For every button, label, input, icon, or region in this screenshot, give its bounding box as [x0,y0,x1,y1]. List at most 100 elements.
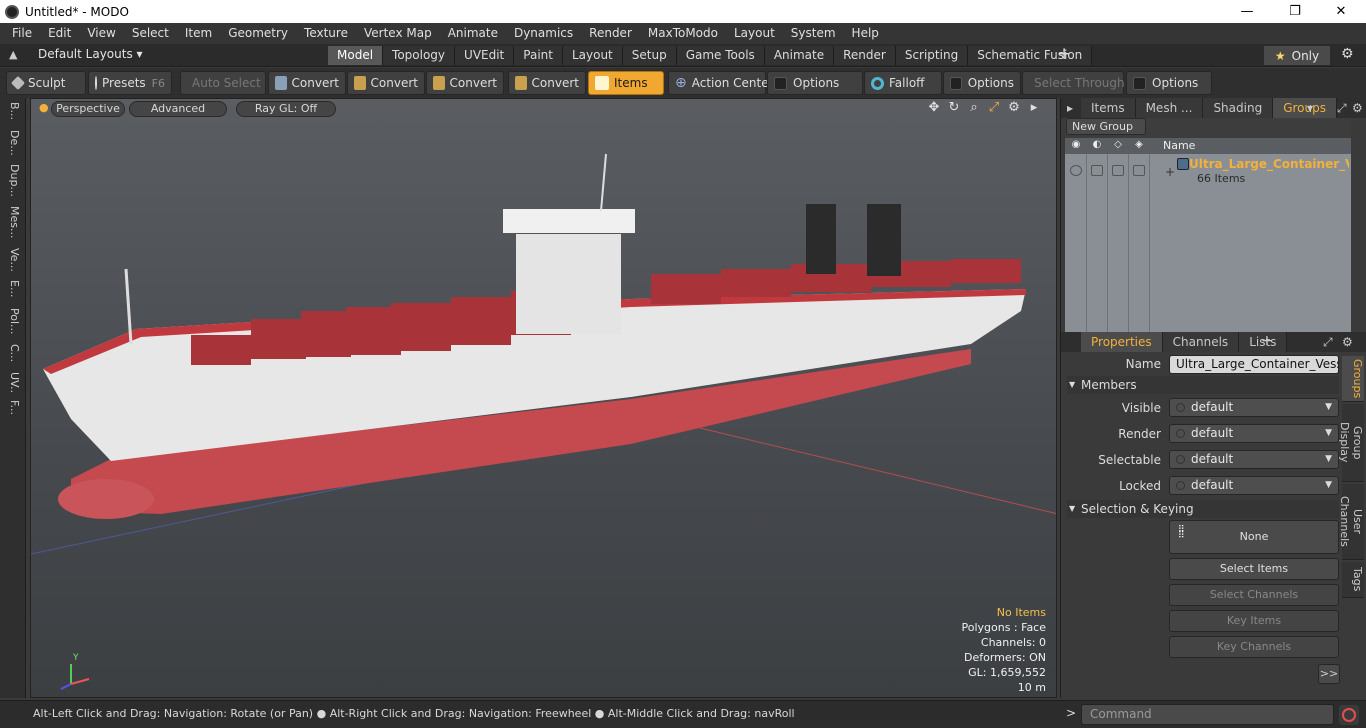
add-tab-button[interactable]: + [1261,333,1273,349]
group-name[interactable]: Ultra_Large_Container_V... [1189,157,1349,171]
menu-texture[interactable]: Texture [296,23,356,44]
tab-properties[interactable]: Properties [1081,332,1163,352]
convert-button-1[interactable]: Convert [268,71,346,95]
side-tab-user-channels[interactable]: User Channels [1338,484,1364,560]
lock-toggle[interactable] [1133,165,1145,176]
eye-icon[interactable]: ◉ [1069,139,1083,152]
tab-layout[interactable]: Layout [562,46,623,65]
menu-vertex-map[interactable]: Vertex Map [356,23,440,44]
render-dropdown[interactable]: default ▼ [1169,424,1339,443]
render-toggle[interactable] [1091,165,1103,176]
panel-gear-icon[interactable]: ⚙ [1352,101,1363,115]
expand-icon[interactable]: ⤢ [1337,101,1347,116]
tab-uvedit[interactable]: UVEdit [455,46,515,65]
expand-icon[interactable]: ⤢ [1323,335,1333,350]
play-icon[interactable]: ▸ [1026,100,1042,115]
tab-groups[interactable]: Groups [1273,98,1337,118]
raygl-button[interactable]: Ray GL: Off [236,101,336,117]
new-group-button[interactable]: New Group [1066,118,1146,135]
layout-toggle-icon[interactable]: ▲ [9,48,17,61]
record-button[interactable] [1339,705,1359,725]
key-items-button[interactable]: Key Items [1169,610,1339,632]
left-tab-basic[interactable]: B... [5,102,21,124]
selectable-dropdown[interactable]: default ▼ [1169,450,1339,469]
menu-item[interactable]: Item [177,23,220,44]
left-tab-curve[interactable]: C... [5,344,21,366]
add-tab-button[interactable]: + [1057,44,1071,64]
sculpt-button[interactable]: Sculpt [6,71,86,95]
members-section[interactable]: Members [1067,376,1339,394]
convert-button-3[interactable]: Convert [426,71,504,95]
side-tab-group-display[interactable]: Group Display [1338,404,1364,482]
pan-icon[interactable]: ✥ [926,100,942,115]
maximize-button[interactable]: ❐ [1272,0,1318,23]
menu-edit[interactable]: Edit [40,23,79,44]
side-tab-tags[interactable]: Tags [1342,562,1364,598]
action-center-button[interactable]: ⊕ Action Center [668,71,774,95]
menu-animate[interactable]: Animate [440,23,506,44]
menu-select[interactable]: Select [124,23,177,44]
render-icon[interactable]: ◐ [1090,139,1104,152]
convert-button-4[interactable]: Convert [508,71,586,95]
lock-icon[interactable]: ◈ [1132,139,1146,152]
left-tab-vertex[interactable]: Ve... [5,248,21,274]
menu-help[interactable]: Help [844,23,887,44]
menu-maxtomodo[interactable]: MaxToModo [640,23,726,44]
key-channels-button[interactable]: Key Channels [1169,636,1339,658]
visible-dropdown[interactable]: default ▼ [1169,398,1339,417]
left-tab-uv[interactable]: UV... [5,372,21,394]
3d-viewport[interactable]: Y ● Perspective Advanced Ray GL: Off ✥ ↻… [30,98,1057,698]
only-toggle[interactable]: ★ Only [1264,46,1330,65]
perspective-button[interactable]: Perspective [51,101,125,117]
tab-channels[interactable]: Channels [1162,332,1240,352]
tab-game-tools[interactable]: Game Tools [676,46,765,65]
minimize-button[interactable]: — [1224,0,1270,23]
selection-keying-section[interactable]: Selection & Keying [1067,500,1339,518]
expand-more-button[interactable]: >> [1318,664,1340,684]
options-button-1[interactable]: Options [767,71,863,95]
dropdown-icon[interactable]: ▾ [1307,101,1313,115]
panel-gear-icon[interactable]: ⚙ [1342,335,1353,349]
maximize-viewport-icon[interactable]: ⤢ [986,100,1002,115]
tab-model[interactable]: Model [328,46,384,65]
close-button[interactable]: ✕ [1318,0,1364,23]
presets-button[interactable]: Presets F6 [88,71,172,95]
visibility-toggle[interactable] [1070,165,1082,176]
rotate-icon[interactable]: ↻ [946,100,962,115]
menu-file[interactable]: File [4,23,40,44]
menu-render[interactable]: Render [581,23,640,44]
tab-mesh[interactable]: Mesh ... [1135,98,1204,118]
name-input[interactable]: Ultra_Large_Container_Vessel (6 [1169,355,1339,374]
panel-menu-icon[interactable]: ▸ [1067,101,1073,115]
zoom-icon[interactable]: ⌕ [966,100,982,115]
tab-render[interactable]: Render [834,46,896,65]
left-tab-mesh-edit[interactable]: Mes... [5,206,21,240]
options-button-2[interactable]: Options [943,71,1021,95]
tab-items[interactable]: Items [1081,98,1136,118]
selectable-toggle[interactable] [1112,165,1124,176]
viewport-dot-icon[interactable]: ● [39,101,49,117]
menu-dynamics[interactable]: Dynamics [506,23,581,44]
select-items-button[interactable]: Select Items [1169,558,1339,580]
gear-icon[interactable]: ⚙ [1341,46,1354,62]
select-channels-button[interactable]: Select Channels [1169,584,1339,606]
side-tab-groups[interactable]: Groups [1342,356,1364,402]
tab-shading[interactable]: Shading [1203,98,1274,118]
none-button[interactable]: ⠿ ⠿ None [1169,520,1339,554]
convert-button-2[interactable]: Convert [347,71,425,95]
left-tab-deform[interactable]: De... [5,130,21,156]
tab-paint[interactable]: Paint [514,46,563,65]
auto-select-button[interactable]: Auto Select [180,71,266,95]
left-tab-duplicate[interactable]: Dup... [5,164,21,198]
falloff-button[interactable]: Falloff [864,71,942,95]
command-input[interactable]: Command [1081,704,1334,725]
select-through-button[interactable]: Select Through [1022,71,1125,95]
tab-setup[interactable]: Setup [622,46,677,65]
menu-view[interactable]: View [79,23,123,44]
menu-layout[interactable]: Layout [726,23,783,44]
tab-animate[interactable]: Animate [764,46,835,65]
select-icon[interactable]: ◇ [1111,139,1125,152]
tab-topology[interactable]: Topology [383,46,456,65]
left-tab-fusion[interactable]: F... [5,400,21,422]
command-history-arrow[interactable]: > [1066,706,1076,720]
